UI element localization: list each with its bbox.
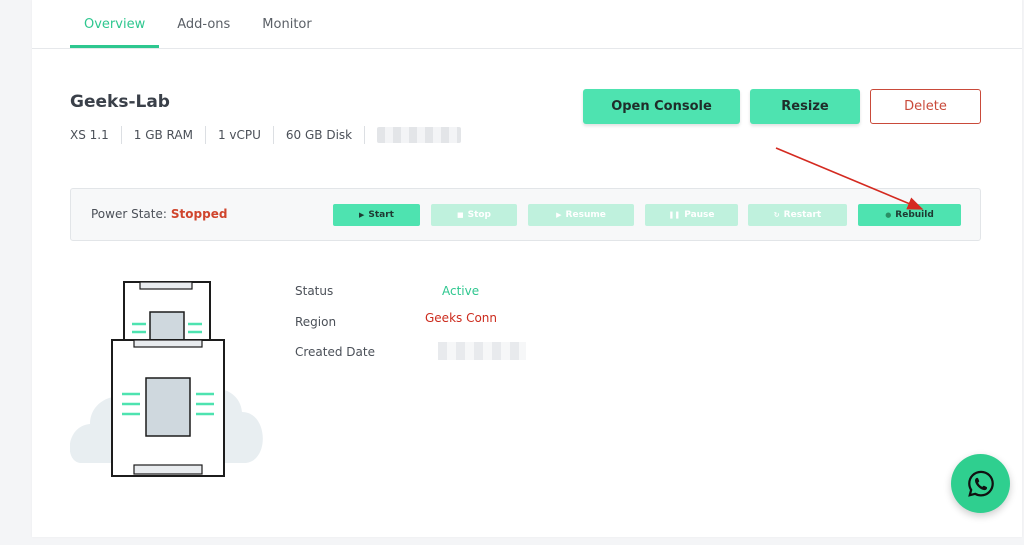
open-console-button[interactable]: Open Console: [583, 89, 740, 124]
annotation-arrow: [775, 147, 924, 210]
resume-icon: ▶: [556, 211, 562, 219]
created-date-label: Created Date: [295, 345, 375, 359]
server-specs: XS 1.1 1 GB RAM 1 vCPU 60 GB Disk: [70, 126, 462, 144]
pause-icon: ❚❚: [668, 211, 681, 219]
resume-label: Resume: [565, 210, 606, 220]
status-label: Status: [295, 284, 334, 298]
power-state-label: Power State: Stopped: [91, 207, 227, 221]
whatsapp-icon: [967, 470, 994, 497]
tab-monitor[interactable]: Monitor: [248, 0, 325, 48]
resize-button[interactable]: Resize: [750, 89, 860, 124]
pause-button[interactable]: ❚❚ Pause: [645, 204, 738, 226]
play-icon: ▶: [359, 211, 365, 219]
start-button[interactable]: ▶ Start: [333, 204, 420, 226]
server-illustration-icon: [70, 281, 263, 477]
pause-label: Pause: [684, 210, 715, 220]
spec-ram: 1 GB RAM: [122, 126, 206, 144]
whatsapp-chat-button[interactable]: [951, 454, 1010, 513]
tab-divider: [32, 48, 1022, 49]
spec-disk: 60 GB Disk: [274, 126, 366, 144]
stop-label: Stop: [467, 210, 492, 220]
resume-button[interactable]: ▶ Resume: [528, 204, 634, 226]
stop-button[interactable]: ■ Stop: [431, 204, 517, 226]
power-state-text: Power State:: [91, 207, 167, 221]
power-state-value: Stopped: [170, 207, 228, 221]
redacted-created-date: [438, 342, 526, 360]
tab-add-ons[interactable]: Add-ons: [163, 0, 244, 48]
tab-bar: Overview Add-ons Monitor: [70, 0, 330, 48]
spec-cpu: 1 vCPU: [206, 126, 274, 144]
server-overview-card: Overview Add-ons Monitor Geeks-Lab XS 1.…: [32, 0, 1022, 537]
region-value: Geeks Conn: [425, 311, 498, 325]
spec-plan: XS 1.1: [70, 126, 122, 144]
stop-icon: ■: [456, 211, 464, 219]
region-label: Region: [295, 315, 337, 329]
status-value: Active: [442, 284, 480, 298]
server-name: Geeks-Lab: [70, 92, 170, 112]
delete-button[interactable]: Delete: [870, 89, 981, 124]
start-label: Start: [368, 210, 394, 220]
tab-overview[interactable]: Overview: [70, 0, 160, 48]
redacted-ip: [377, 127, 462, 143]
